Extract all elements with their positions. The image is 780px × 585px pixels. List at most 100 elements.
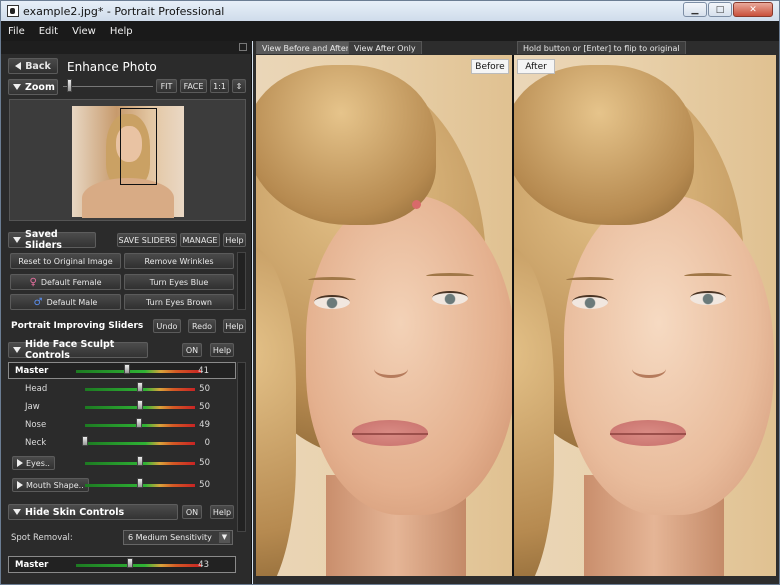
before-label: Before [471,59,509,74]
slider-knob[interactable] [82,436,88,446]
slider-mouth-shape[interactable]: Mouth Shape.. 50 [8,477,236,493]
expand-eyes-button[interactable]: Eyes.. [12,456,55,470]
panel-title: Enhance Photo [67,60,157,74]
preset-turn-eyes-blue[interactable]: Turn Eyes Blue [124,274,234,290]
spot-removal-select[interactable]: 6 Medium Sensitivity ▼ [123,530,233,545]
skin-header[interactable]: Hide Skin Controls [8,504,178,520]
menu-view[interactable]: View [65,26,103,37]
slider-jaw[interactable]: Jaw 50 [8,399,236,415]
after-label: After [517,59,555,74]
zoom-1to1-button[interactable]: 1:1 [210,79,229,93]
expand-mouth-shape-button[interactable]: Mouth Shape.. [12,478,89,492]
after-photo[interactable]: After [514,55,776,576]
before-photo[interactable]: Before [256,55,512,576]
improving-help-button[interactable]: Help [223,319,246,333]
spot-removal-label: Spot Removal: [11,533,73,543]
slider-value: 50 [199,384,210,394]
undo-button[interactable]: Undo [153,319,181,333]
slider-label: Master [15,366,49,376]
preset-default-female[interactable]: ♀ Default Female [10,274,121,290]
zoom-face-button[interactable]: FACE [180,79,207,93]
spot-removal-value: 6 Medium Sensitivity [128,533,212,542]
slider-track[interactable] [76,370,201,373]
collapse-icon [13,509,21,515]
blemish-mark [412,200,421,209]
face-sculpt-header[interactable]: Hide Face Sculpt Controls [8,339,148,361]
tab-before-after[interactable]: View Before and After [256,41,356,54]
slider-value: 41 [198,366,209,376]
preset-reset-original[interactable]: Reset to Original Image [10,253,121,269]
face-sculpt-help-button[interactable]: Help [210,343,234,357]
slider-knob[interactable] [135,418,142,428]
saved-sliders-help-button[interactable]: Help [223,233,246,247]
zoom-slider-knob[interactable] [67,79,72,92]
menu-help[interactable]: Help [103,26,140,37]
maximize-button[interactable]: □ [708,2,732,17]
saved-sliders-label: Saved Sliders [25,229,62,251]
zoom-track[interactable] [63,86,153,87]
improving-label: Portrait Improving Sliders [11,321,144,331]
back-arrow-icon [15,62,22,70]
app-icon [7,5,19,17]
flip-original-button[interactable]: Hold button or [Enter] to flip to origin… [517,41,686,54]
presets-scrollbar[interactable] [237,252,246,310]
zoom-arrows-button[interactable]: ⇕ [232,79,246,93]
preset-default-male[interactable]: ♂ Default Male [10,294,121,310]
tab-after-only[interactable]: View After Only [348,41,422,54]
minimize-button[interactable]: ▁ [683,2,707,17]
slider-nose[interactable]: Nose 49 [8,417,236,433]
skin-master-slider[interactable]: Master 43 [8,556,236,573]
slider-knob[interactable] [137,382,143,392]
panel-strip [1,41,252,54]
slider-label: Neck [25,438,47,448]
zoom-fit-button[interactable]: FIT [156,79,177,93]
saved-sliders-header[interactable]: Saved Sliders [8,229,96,251]
menu-edit[interactable]: Edit [32,26,65,37]
slider-value: 50 [199,402,210,412]
slider-track[interactable] [76,564,201,567]
expand-icon [17,459,23,467]
slider-label: Master [15,560,49,570]
back-button[interactable]: Back [8,58,58,74]
zoom-region-box[interactable] [120,108,157,185]
slider-knob[interactable] [124,364,131,374]
slider-label: Mouth Shape.. [26,480,84,490]
menu-file[interactable]: File [1,26,32,37]
redo-button[interactable]: Redo [188,319,216,333]
zoom-header[interactable]: Zoom [8,79,58,95]
save-sliders-button[interactable]: SAVE SLIDERS [117,233,177,247]
slider-eyes[interactable]: Eyes.. 50 [8,455,236,471]
slider-neck[interactable]: Neck 0 [8,435,236,451]
manage-button[interactable]: MANAGE [180,233,220,247]
face-sculpt-on-button[interactable]: ON [182,343,202,357]
expand-icon [17,481,23,489]
preset-remove-wrinkles[interactable]: Remove Wrinkles [124,253,234,269]
menu-bar: File Edit View Help [1,21,779,41]
thumbnail-image[interactable] [72,106,184,218]
slider-knob[interactable] [126,558,133,568]
slider-head[interactable]: Head 50 [8,381,236,397]
image-view: View Before and After View After Only Ho… [253,41,779,584]
collapse-icon [13,237,21,243]
slider-value: 43 [198,560,209,570]
slider-knob[interactable] [137,400,143,410]
slider-master[interactable]: Master 41 [8,362,236,379]
slider-label: Nose [25,420,47,430]
slider-knob[interactable] [137,478,143,488]
slider-value: 50 [199,458,210,468]
female-icon: ♀ [29,276,37,288]
slider-knob[interactable] [137,456,143,466]
slider-value: 49 [199,420,210,430]
male-icon: ♂ [33,296,43,308]
preset-turn-eyes-brown[interactable]: Turn Eyes Brown [124,294,234,310]
sliders-scrollbar[interactable] [237,362,246,532]
close-button[interactable]: ✕ [733,2,773,17]
slider-track[interactable] [85,442,195,445]
navigator-thumbnail [9,99,246,221]
title-bar: example2.jpg* - Portrait Professional ▁ … [1,1,779,21]
window-title: example2.jpg* - Portrait Professional [23,4,225,18]
slider-value: 0 [204,438,210,448]
skin-help-button[interactable]: Help [210,505,234,519]
skin-on-button[interactable]: ON [182,505,202,519]
dock-icon[interactable] [239,43,247,51]
